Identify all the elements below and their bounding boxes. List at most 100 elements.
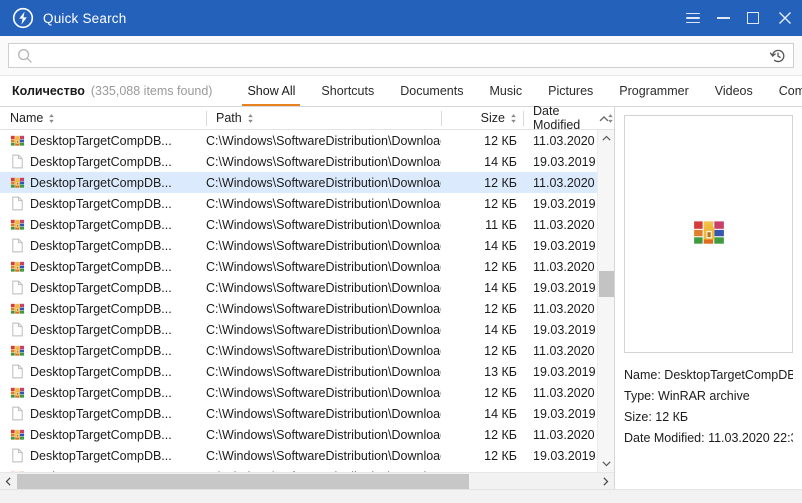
cell-name: DesktopTargetCompDB... <box>0 385 206 400</box>
scroll-left-button[interactable] <box>0 473 17 490</box>
tab-programmer[interactable]: Programmer <box>606 76 701 106</box>
generic-file-icon <box>10 364 25 379</box>
cell-name: DesktopTargetCompDB... <box>0 259 206 274</box>
hamburger-menu-icon[interactable] <box>678 0 708 36</box>
table-row[interactable]: DesktopTargetCompDB... C:\Windows\Softwar… <box>0 298 597 319</box>
file-name-label: DesktopTargetCompDB... <box>30 217 172 232</box>
cell-size: 12 КБ <box>484 385 517 400</box>
cell-date-modified: 11.03.2020 22:3 <box>533 427 597 442</box>
tab-music[interactable]: Music <box>476 76 535 106</box>
cell-size: 14 КБ <box>484 280 517 295</box>
file-name-label: DesktopTargetCompDB... <box>30 154 172 169</box>
window-title: Quick Search <box>43 10 127 26</box>
table-row[interactable]: DesktopTargetCompDB... C:\Windows\Softwar… <box>0 130 597 151</box>
cell-date-modified: 19.03.2019 12:4 <box>533 154 597 169</box>
cell-size: 12 КБ <box>484 448 517 463</box>
horizontal-scrollbar[interactable] <box>0 472 614 489</box>
scroll-right-button[interactable] <box>597 473 614 490</box>
list-and-scrollbar: DesktopTargetCompDB... C:\Windows\Softwar… <box>0 130 614 472</box>
results-rows[interactable]: DesktopTargetCompDB... C:\Windows\Softwar… <box>0 130 597 472</box>
tab-documents[interactable]: Documents <box>387 76 476 106</box>
file-name-label: DesktopTargetCompDB... <box>30 448 172 463</box>
table-row[interactable]: DesktopTargetCompDB... C:\Windows\Softwar… <box>0 340 597 361</box>
cell-size: 12 КБ <box>484 196 517 211</box>
quick-search-window: Quick Search Количество (335,088 items f… <box>0 0 802 503</box>
cell-path: C:\Windows\SoftwareDistribution\Download… <box>206 343 441 358</box>
table-row[interactable]: DesktopTargetCompDB... C:\Windows\Softwar… <box>0 277 597 298</box>
content-area: Name Path Size Date Modified DesktopTarg… <box>0 104 802 489</box>
cell-path: C:\Windows\SoftwareDistribution\Download… <box>206 259 441 274</box>
file-name-label: DesktopTargetCompDB... <box>30 280 172 295</box>
table-row[interactable]: DesktopTargetCompDB... C:\Windows\Softwar… <box>0 151 597 172</box>
preview-thumbnail-box <box>624 115 793 353</box>
cell-date-modified: 11.03.2020 22:3 <box>533 301 597 316</box>
cell-name: DesktopTargetCompDB... <box>0 343 206 358</box>
search-box[interactable] <box>8 43 794 68</box>
maximize-icon[interactable] <box>738 0 768 36</box>
table-row[interactable]: DesktopTargetCompDB... C:\Windows\Softwar… <box>0 214 597 235</box>
table-row[interactable]: DesktopTargetCompDB... C:\Windows\Softwar… <box>0 403 597 424</box>
column-label: Path <box>216 111 242 125</box>
cell-date-modified: 11.03.2020 22:3 <box>533 133 597 148</box>
cell-name: DesktopTargetCompDB... <box>0 154 206 169</box>
search-input[interactable] <box>39 45 765 66</box>
table-row[interactable]: DesktopTargetCompDB... C:\Windows\Softwar… <box>0 424 597 445</box>
sort-arrows-icon <box>510 113 517 124</box>
file-name-label: DesktopTargetCompDB... <box>30 427 172 442</box>
history-icon[interactable] <box>769 47 787 65</box>
table-row[interactable]: DesktopTargetCompDB... C:\Windows\Softwar… <box>0 235 597 256</box>
cell-size: 12 КБ <box>484 343 517 358</box>
tab-compression[interactable]: Compressior <box>766 76 802 106</box>
header-collapse-icon[interactable] <box>596 107 612 130</box>
vertical-scroll-track[interactable] <box>598 147 615 455</box>
cell-path: C:\Windows\SoftwareDistribution\Download… <box>206 133 441 148</box>
table-row[interactable]: DesktopTargetCompDB... C:\Windows\Softwar… <box>0 445 597 466</box>
scroll-down-button[interactable] <box>601 455 612 472</box>
file-name-label: DesktopTargetCompDB... <box>30 175 172 190</box>
cell-path: C:\Windows\SoftwareDistribution\Download… <box>206 322 441 337</box>
tab-shortcuts[interactable]: Shortcuts <box>308 76 387 106</box>
cell-path: C:\Windows\SoftwareDistribution\Download… <box>206 280 441 295</box>
horizontal-scroll-thumb[interactable] <box>17 473 469 489</box>
tab-videos[interactable]: Videos <box>702 76 766 106</box>
close-icon[interactable] <box>768 0 802 36</box>
table-row[interactable]: DesktopTargetCompDB... C:\Windows\Softwar… <box>0 382 597 403</box>
table-row[interactable]: DesktopTargetCompDB... C:\Windows\Softwar… <box>0 193 597 214</box>
search-icon <box>17 48 33 64</box>
cell-path: C:\Windows\SoftwareDistribution\Download… <box>206 301 441 316</box>
results-list-pane: Name Path Size Date Modified DesktopTarg… <box>0 104 615 489</box>
generic-file-icon <box>10 448 25 463</box>
file-name-label: DesktopTargetCompDB... <box>30 301 172 316</box>
column-header-name[interactable]: Name <box>0 107 206 130</box>
cell-date-modified: 19.03.2019 12:4 <box>533 280 597 295</box>
table-row[interactable]: DesktopTargetCompDB... C:\Windows\Softwar… <box>0 361 597 382</box>
cell-size: 12 КБ <box>484 301 517 316</box>
table-row[interactable]: DesktopTargetCompDB... C:\Windows\Softwar… <box>0 172 597 193</box>
table-row[interactable]: DesktopTargetCompDB... C:\Windows\Softwar… <box>0 256 597 277</box>
file-name-label: DesktopTargetCompDB... <box>30 238 172 253</box>
cell-name: DesktopTargetCompDB... <box>0 175 206 190</box>
scroll-up-button[interactable] <box>601 130 612 147</box>
horizontal-scroll-track[interactable] <box>17 473 597 490</box>
column-header-path[interactable]: Path <box>206 107 441 130</box>
window-controls <box>678 0 802 36</box>
generic-file-icon <box>10 154 25 169</box>
cell-path: C:\Windows\SoftwareDistribution\Download… <box>206 238 441 253</box>
cell-date-modified: 19.03.2019 13:2 <box>533 364 597 379</box>
cell-date-modified: 11.03.2020 22:3 <box>533 385 597 400</box>
vertical-scroll-thumb[interactable] <box>598 271 614 297</box>
tab-show-all[interactable]: Show All <box>234 76 308 106</box>
preview-date-modified: Date Modified: 11.03.2020 22:32 <box>624 431 793 445</box>
tab-pictures[interactable]: Pictures <box>535 76 606 106</box>
table-row[interactable]: DesktopTargetCompDB... C:\Windows\Softwar… <box>0 319 597 340</box>
winrar-archive-icon <box>10 175 25 190</box>
cell-path: C:\Windows\SoftwareDistribution\Download… <box>206 217 441 232</box>
status-strip <box>0 489 802 503</box>
cell-path: C:\Windows\SoftwareDistribution\Download… <box>206 364 441 379</box>
vertical-scrollbar[interactable] <box>597 130 614 472</box>
generic-file-icon <box>10 322 25 337</box>
tab-label: Documents <box>400 84 464 98</box>
cell-date-modified: 11.03.2020 22:3 <box>533 217 597 232</box>
minimize-icon[interactable] <box>708 0 738 36</box>
column-header-size[interactable]: Size <box>441 107 523 130</box>
